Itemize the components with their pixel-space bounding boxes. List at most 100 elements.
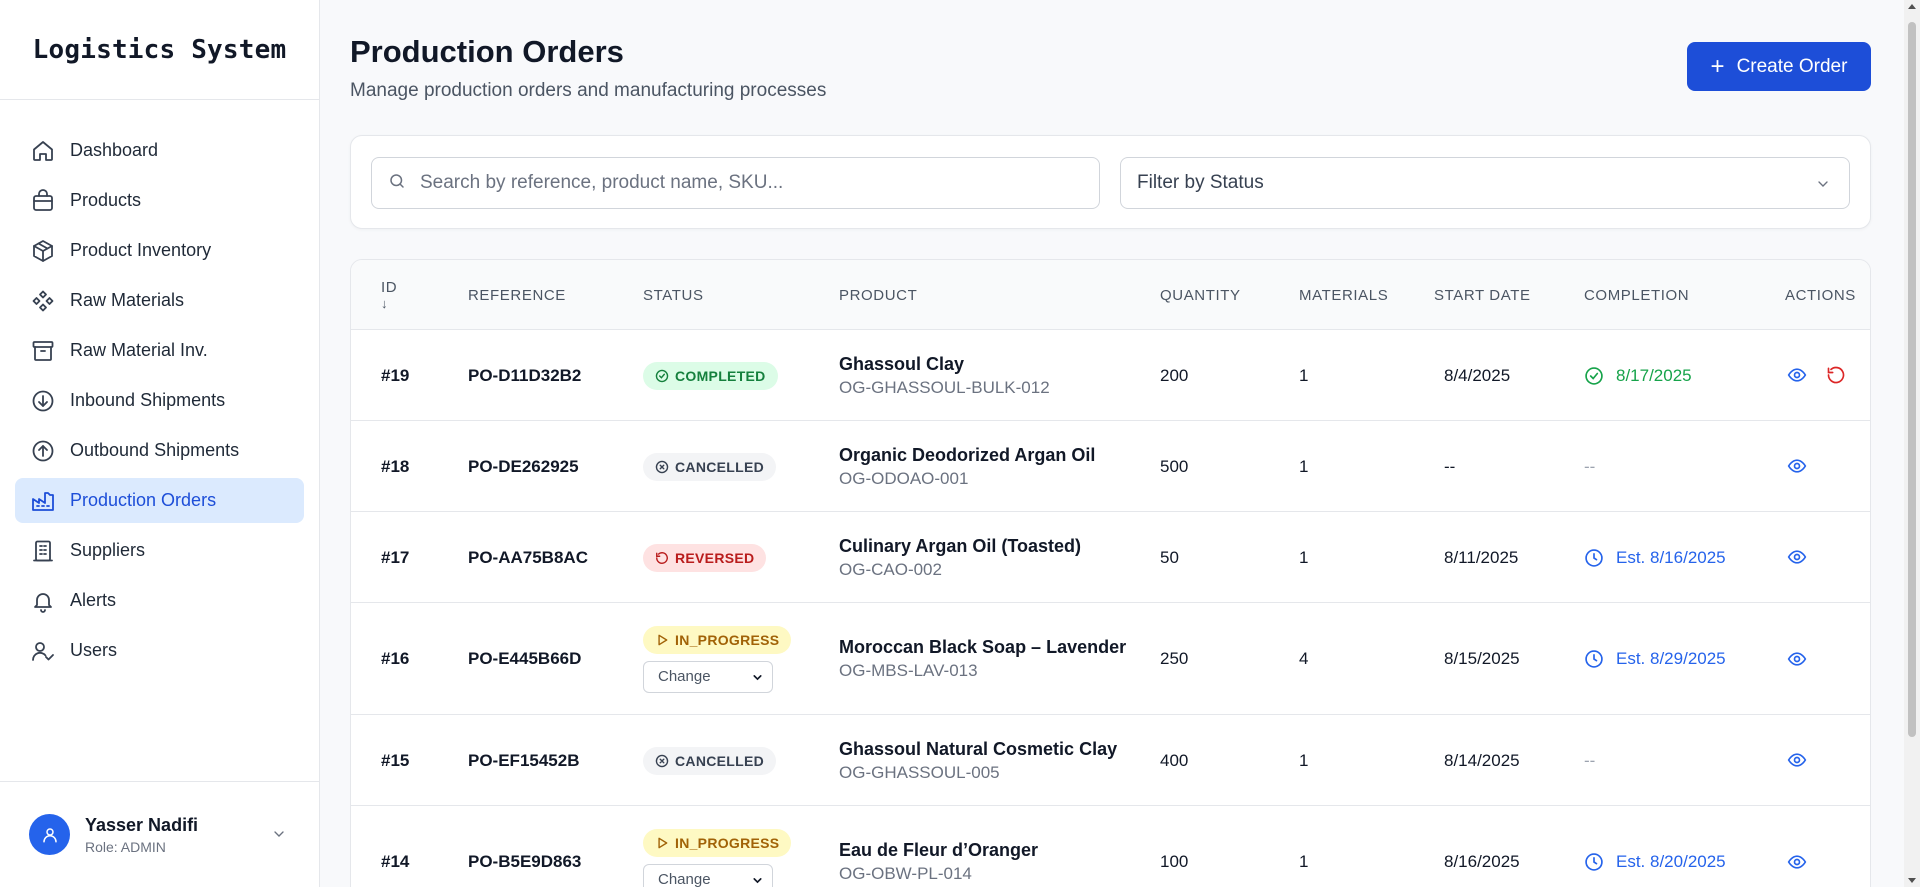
order-reference: PO-E445B66D (468, 649, 582, 668)
status-badge-label: REVERSED (675, 549, 755, 566)
filter-card: Filter by Status (350, 135, 1871, 229)
building-icon (30, 538, 56, 564)
product-cell: Moroccan Black Soap – Lavender OG-MBS-LA… (839, 603, 1126, 715)
quantity: 250 (1160, 649, 1189, 668)
sidebar: Logistics System Dashboard Products Prod… (0, 0, 320, 887)
materials-count: 1 (1299, 852, 1309, 871)
user-meta: Yasser Nadifi Role: ADMIN (85, 815, 198, 855)
package-icon (30, 238, 56, 264)
change-status-select[interactable]: Change (643, 863, 773, 887)
completion-date: -- (1584, 750, 1596, 770)
product-name: Ghassoul Clay (839, 353, 965, 374)
sidebar-item-product-inventory[interactable]: Product Inventory (15, 228, 304, 273)
table-row: #16 PO-E445B66D IN_PROGRESS Change Moroc… (351, 603, 1870, 715)
search-icon (388, 172, 406, 195)
scroll-up-arrow-icon[interactable] (1908, 4, 1916, 9)
column-header-id-label: ID (381, 279, 398, 296)
order-id: #16 (381, 649, 410, 668)
sidebar-item-raw-materials[interactable]: Raw Materials (15, 278, 304, 323)
status-badge-label: CANCELLED (675, 458, 765, 475)
product-cell: Organic Deodorized Argan Oil OG-ODOAO-00… (839, 421, 1095, 512)
sidebar-item-label: Product Inventory (70, 240, 212, 260)
completion-cell: Est. 8/29/2025 (1584, 603, 1726, 715)
home-icon (30, 138, 56, 164)
completion-date: Est. 8/16/2025 (1584, 548, 1726, 568)
bell-icon (30, 588, 56, 614)
sidebar-item-label: Products (70, 190, 142, 210)
start-date: 8/15/2025 (1444, 649, 1520, 668)
order-reference: PO-D11D32B2 (468, 365, 582, 385)
sidebar-item-outbound-shipments[interactable]: Outbound Shipments (15, 428, 304, 473)
create-order-button[interactable]: + Create Order (1687, 42, 1871, 91)
sidebar-item-label: Inbound Shipments (70, 390, 226, 410)
play-icon (658, 837, 668, 848)
sidebar-item-users[interactable]: Users (15, 628, 304, 673)
completion-date-label: Est. 8/20/2025 (1616, 852, 1726, 871)
change-status-select[interactable]: Change (643, 660, 773, 693)
row-actions (1787, 750, 1807, 770)
row-actions (1787, 852, 1807, 872)
chevron-down-icon (751, 874, 764, 887)
row-actions (1787, 649, 1807, 669)
column-header-id[interactable]: ID ↓ (381, 260, 397, 330)
product-cell: Ghassoul Clay OG-GHASSOUL-BULK-012 (839, 330, 1050, 421)
sidebar-item-inbound-shipments[interactable]: Inbound Shipments (15, 378, 304, 423)
status-badge-label: IN_PROGRESS (675, 834, 780, 851)
product-cell: Eau de Fleur d’Oranger OG-OBW-PL-014 (839, 806, 1038, 887)
product-name: Eau de Fleur d’Oranger (839, 840, 1039, 860)
scroll-down-arrow-icon[interactable] (1908, 878, 1916, 883)
start-date: 8/11/2025 (1444, 547, 1519, 567)
sidebar-item-products[interactable]: Products (15, 178, 304, 223)
product-name: Moroccan Black Soap – Lavender (839, 637, 1127, 657)
eye-icon[interactable] (1787, 852, 1807, 872)
eye-icon[interactable] (1787, 365, 1807, 385)
factory-icon (30, 488, 56, 514)
order-reference: PO-B5E9D863 (468, 852, 582, 871)
status-badge: CANCELLED (643, 746, 777, 775)
eye-icon[interactable] (1787, 750, 1807, 770)
order-id: #19 (381, 365, 410, 385)
archive-icon (30, 338, 56, 364)
column-header-completion: COMPLETION (1584, 286, 1690, 304)
column-header-start-date: START DATE (1434, 286, 1531, 304)
sidebar-item-alerts[interactable]: Alerts (15, 578, 304, 623)
plus-icon: + (1710, 52, 1725, 80)
table-row: #14 PO-B5E9D863 IN_PROGRESS Change Eau d… (351, 806, 1870, 887)
status-filter-select[interactable]: Filter by Status (1120, 157, 1850, 209)
table-row: #15 PO-EF15452B CANCELLED Ghassoul Natur… (351, 715, 1870, 806)
search-box[interactable] (371, 157, 1100, 209)
app-title: Logistics System (32, 34, 287, 65)
sidebar-item-suppliers[interactable]: Suppliers (15, 528, 304, 573)
eye-icon[interactable] (1787, 649, 1807, 669)
sidebar-item-production-orders[interactable]: Production Orders (15, 478, 304, 523)
chevron-down-icon[interactable] (271, 826, 287, 847)
completion-date: Est. 8/20/2025 (1584, 852, 1726, 872)
sidebar-item-label: Raw Materials (70, 290, 185, 310)
sidebar-item-raw-material-inv[interactable]: Raw Material Inv. (15, 328, 304, 373)
sidebar-item-label: Suppliers (70, 540, 146, 560)
vertical-scrollbar[interactable] (1904, 0, 1920, 887)
reverse-icon[interactable] (1826, 365, 1846, 385)
product-sku: OG-GHASSOUL-005 (839, 762, 1000, 782)
status-cell: CANCELLED (643, 421, 777, 512)
table-row: #17 PO-AA75B8AC REVERSED Culinary Argan … (351, 512, 1870, 603)
status-filter-label: Filter by Status (1137, 172, 1264, 193)
completion-date: 8/17/2025 (1584, 366, 1692, 386)
completion-cell: Est. 8/20/2025 (1584, 806, 1726, 887)
eye-icon[interactable] (1787, 547, 1807, 567)
rotate-ccw-icon (656, 551, 668, 564)
quantity: 500 (1160, 456, 1189, 476)
status-badge: IN_PROGRESS (643, 625, 792, 654)
search-input[interactable] (420, 172, 1060, 194)
start-date: -- (1444, 456, 1456, 476)
status-cell: CANCELLED (643, 715, 777, 806)
completion-date-label: Est. 8/16/2025 (1616, 547, 1726, 567)
eye-icon[interactable] (1787, 456, 1807, 476)
sidebar-item-label: Raw Material Inv. (70, 340, 208, 360)
order-reference: PO-DE262925 (468, 456, 579, 476)
user-menu[interactable]: Yasser Nadifi Role: ADMIN (0, 781, 320, 887)
status-cell: IN_PROGRESS Change (643, 806, 792, 887)
scrollbar-thumb[interactable] (1908, 22, 1916, 737)
sidebar-item-dashboard[interactable]: Dashboard (15, 128, 304, 173)
product-sku: OG-ODOAO-001 (839, 468, 969, 488)
